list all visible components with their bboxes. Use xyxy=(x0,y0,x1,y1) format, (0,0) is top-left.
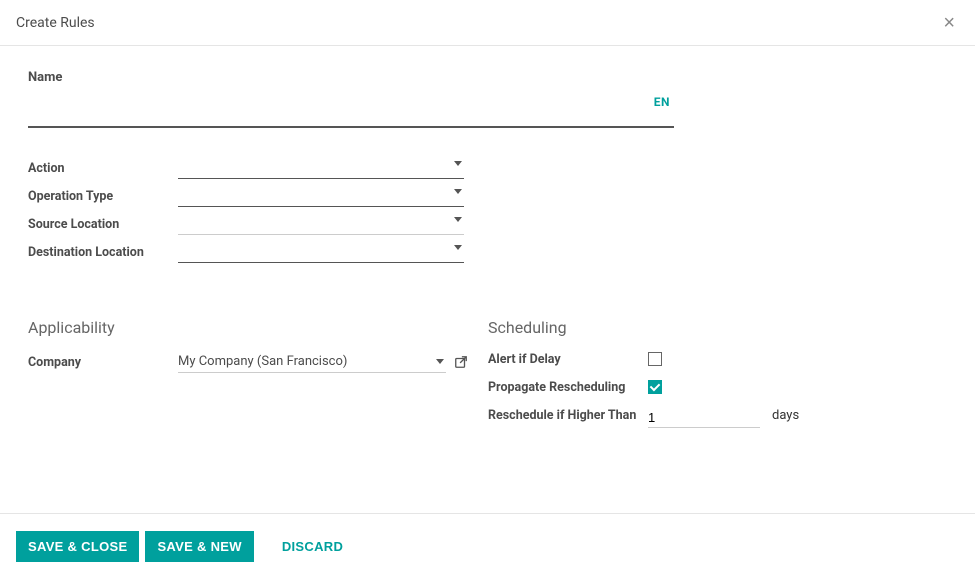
save-new-button[interactable]: Save & New xyxy=(145,531,253,562)
destination-location-label: Destination Location xyxy=(28,245,178,260)
reschedule-if-higher-label: Reschedule if Higher Than xyxy=(488,407,648,429)
destination-location-input[interactable] xyxy=(178,241,464,262)
source-location-label: Source Location xyxy=(28,217,178,232)
name-input[interactable] xyxy=(28,91,674,128)
modal-body-scroll[interactable]: Name EN Action Operation Type xyxy=(0,46,975,513)
action-field: Action xyxy=(28,154,464,182)
form-body: Name EN Action Operation Type xyxy=(0,46,975,483)
source-location-select[interactable] xyxy=(178,213,464,235)
name-label: Name xyxy=(28,70,947,85)
sections: Applicability Company My Company (San Fr… xyxy=(28,318,947,435)
name-field: Name EN xyxy=(28,70,947,128)
scheduling-section: Scheduling Alert if Delay Propagate Resc… xyxy=(488,318,928,435)
alert-if-delay-label: Alert if Delay xyxy=(488,351,648,373)
operation-type-label: Operation Type xyxy=(28,189,178,204)
save-close-button[interactable]: Save & Close xyxy=(16,531,139,562)
propagate-rescheduling-field: Propagate Rescheduling xyxy=(488,379,928,401)
company-select[interactable]: My Company (San Francisco) xyxy=(178,351,446,373)
company-field: Company My Company (San Francisco) xyxy=(28,351,468,373)
chevron-down-icon xyxy=(454,217,462,222)
modal-title: Create Rules xyxy=(16,15,95,31)
company-label: Company xyxy=(28,355,178,370)
reschedule-unit: days xyxy=(772,408,799,423)
operation-type-select[interactable] xyxy=(178,185,464,207)
alert-if-delay-checkbox[interactable] xyxy=(648,352,662,366)
source-location-field: Source Location xyxy=(28,210,464,238)
modal-header: Create Rules × xyxy=(0,0,975,46)
close-button[interactable]: × xyxy=(939,13,959,33)
scheduling-title: Scheduling xyxy=(488,318,928,337)
chevron-down-icon xyxy=(454,161,462,166)
external-link-icon xyxy=(454,355,468,369)
applicability-title: Applicability xyxy=(28,318,468,337)
name-input-wrap: EN xyxy=(28,91,674,128)
source-location-input[interactable] xyxy=(178,213,464,234)
action-input[interactable] xyxy=(178,157,464,178)
chevron-down-icon xyxy=(454,189,462,194)
reschedule-if-higher-field: Reschedule if Higher Than days xyxy=(488,407,928,429)
operation-type-field: Operation Type xyxy=(28,182,464,210)
destination-location-select[interactable] xyxy=(178,241,464,263)
modal-footer: Save & Close Save & New Discard xyxy=(0,513,975,579)
external-link-button[interactable] xyxy=(454,355,468,369)
close-icon: × xyxy=(943,12,955,34)
destination-location-field: Destination Location xyxy=(28,238,464,266)
language-tag[interactable]: EN xyxy=(654,95,670,109)
action-label: Action xyxy=(28,161,178,176)
chevron-down-icon xyxy=(454,245,462,250)
field-table: Action Operation Type Source Location xyxy=(28,154,464,266)
operation-type-input[interactable] xyxy=(178,185,464,206)
action-select[interactable] xyxy=(178,157,464,179)
reschedule-input[interactable] xyxy=(648,408,760,428)
propagate-rescheduling-checkbox[interactable] xyxy=(648,380,662,394)
company-value: My Company (San Francisco) xyxy=(178,354,347,369)
applicability-section: Applicability Company My Company (San Fr… xyxy=(28,318,468,435)
propagate-rescheduling-label: Propagate Rescheduling xyxy=(488,379,648,401)
chevron-down-icon xyxy=(436,359,444,364)
alert-if-delay-field: Alert if Delay xyxy=(488,351,928,373)
discard-button[interactable]: Discard xyxy=(270,531,355,562)
